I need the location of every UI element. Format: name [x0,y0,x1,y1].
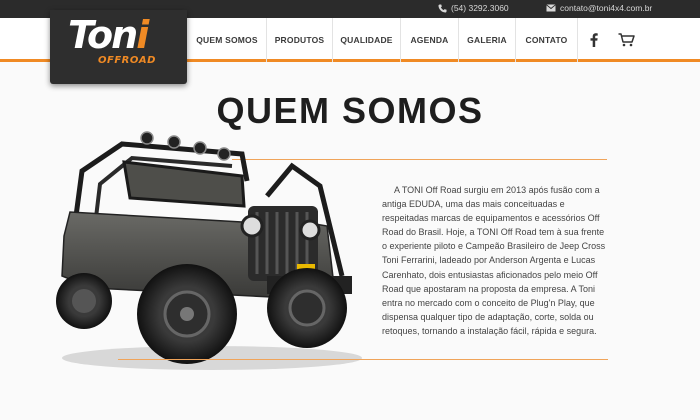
nav-quem-somos[interactable]: QUEM SOMOS [188,18,266,62]
envelope-icon [546,4,556,12]
about-paragraph: A TONI Off Road surgiu em 2013 após fusã… [382,185,606,336]
jeep-photo [56,131,362,370]
nav-contato[interactable]: CONTATO [515,18,577,62]
nav-galeria[interactable]: GALERIA [458,18,515,62]
nav-produtos[interactable]: PRODUTOS [266,18,332,62]
phone-number: (54) 3292.3060 [451,3,509,13]
divider-bottom [118,359,608,360]
facebook-icon[interactable] [577,18,609,62]
nav-agenda[interactable]: AGENDA [400,18,458,62]
email-address: contato@toni4x4.com.br [560,3,653,13]
logo[interactable]: Toni OFFROAD [50,10,187,84]
phone-icon [438,3,447,13]
main-menu: QUEM SOMOS PRODUTOS QUALIDADE AGENDA GAL… [188,18,643,62]
logo-subtitle: OFFROAD [98,55,156,66]
cart-icon[interactable] [609,18,643,62]
logo-accent: i [136,13,149,57]
logo-brand: Toni [68,13,149,57]
nav-qualidade[interactable]: QUALIDADE [332,18,400,62]
phone-contact[interactable]: (54) 3292.3060 [438,3,509,13]
email-contact[interactable]: contato@toni4x4.com.br [546,3,652,13]
